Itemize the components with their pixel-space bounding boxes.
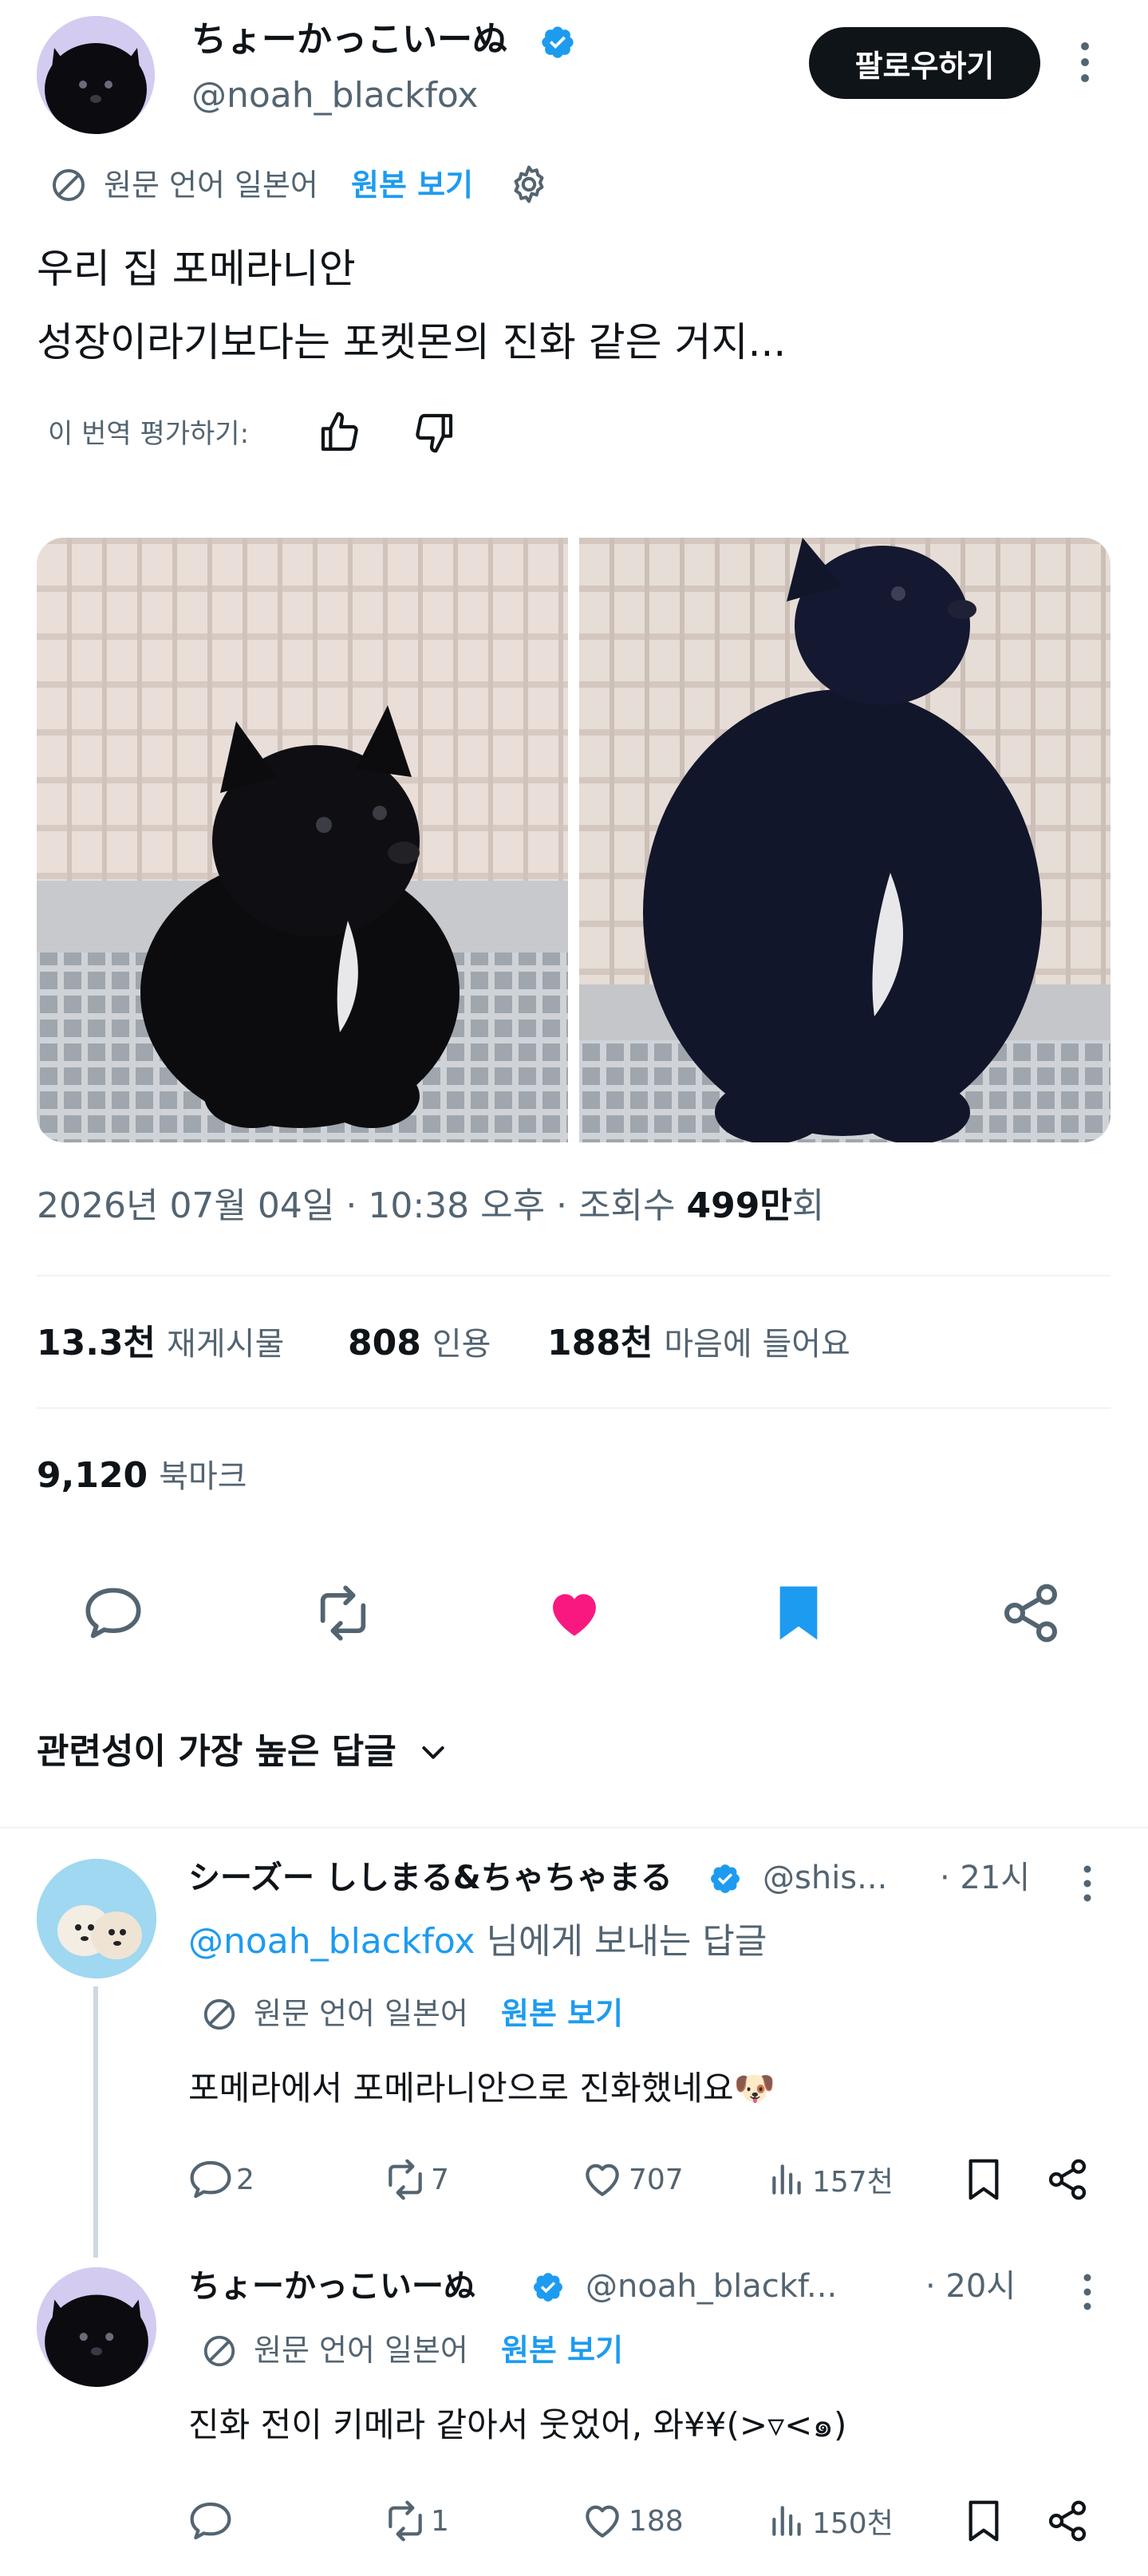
replying-to-suffix: 님에게 보내는 답글 xyxy=(475,1921,767,1962)
chevron-down-icon xyxy=(417,1736,449,1768)
thumbs-up-icon[interactable] xyxy=(318,410,362,455)
timestamp-text: 2026년 07월 04일 · 10:38 오후 · 조회수 xyxy=(37,1185,687,1226)
reply-views[interactable]: 157천 xyxy=(767,2157,894,2202)
heart-icon[interactable] xyxy=(542,1583,606,1643)
more-icon[interactable] xyxy=(1079,1862,1096,1905)
thumbs-down-icon[interactable] xyxy=(412,410,456,455)
reposts-count: 13.3천 xyxy=(37,1323,156,1363)
reply-avatar[interactable] xyxy=(37,1859,156,1978)
post-text-line-1: 우리 집 포메라니안 xyxy=(37,246,356,292)
reposts-stat[interactable]: 13.3천 재게시물 xyxy=(37,1320,284,1368)
reposts-label: 재게시물 xyxy=(167,1326,285,1363)
author-name[interactable]: ちょーかっこいーぬ xyxy=(191,18,507,62)
repost-icon xyxy=(381,2499,429,2543)
post-photo-2[interactable] xyxy=(579,538,1111,1142)
replying-to-handle[interactable]: @noah_blackfox xyxy=(188,1921,475,1962)
verified-badge-icon xyxy=(531,2270,565,2304)
reply-show-original-link[interactable]: 원본 보기 xyxy=(501,2329,623,2371)
heart-icon xyxy=(579,2157,625,2202)
reply-translation-source: 원문 언어 일본어 xyxy=(254,1996,468,2031)
reply-reply-button[interactable]: 2 xyxy=(188,2157,254,2202)
quotes-count: 808 xyxy=(348,1323,421,1363)
bookmarks-label: 북마크 xyxy=(159,1458,247,1495)
view-count-suffix: 회 xyxy=(791,1185,825,1226)
reply-text: 진화 전이 키메라 같아서 웃었어, 와¥¥(>▿<๑) xyxy=(188,2405,847,2444)
bookmark-icon[interactable] xyxy=(771,1581,826,1645)
reply-repost-count: 1 xyxy=(431,2504,449,2538)
more-icon[interactable] xyxy=(1079,2270,1096,2314)
reply-repost-button[interactable]: 1 xyxy=(381,2499,449,2543)
reply-author-name[interactable]: シーズー ししまる&ちゃちゃまる xyxy=(188,1856,673,1900)
reply-show-original-link[interactable]: 원본 보기 xyxy=(501,1993,623,2034)
reply-time: · 20시 xyxy=(925,2268,1016,2305)
reply-like-count: 707 xyxy=(629,2163,684,2196)
verified-badge-icon xyxy=(708,1862,742,1896)
post-photo-1[interactable] xyxy=(37,538,568,1142)
reply-translation-source: 원문 언어 일본어 xyxy=(254,2333,468,2368)
repost-icon[interactable] xyxy=(311,1583,375,1643)
bookmark-icon[interactable] xyxy=(964,2499,1004,2543)
post-text-line-2: 성장이라기보다는 포켓몬의 진화 같은 거지... xyxy=(37,319,787,365)
likes-stat[interactable]: 188천 마음에 들어요 xyxy=(547,1320,850,1368)
post-timestamp[interactable]: 2026년 07월 04일 · 10:38 오후 · 조회수 499만회 xyxy=(37,1182,824,1230)
reply-avatar[interactable] xyxy=(37,2267,156,2387)
reply-like-button[interactable]: 188 xyxy=(579,2499,684,2543)
views-icon xyxy=(767,2157,807,2202)
heart-icon xyxy=(579,2499,625,2543)
reply-icon xyxy=(188,2499,233,2543)
reply-sort-label: 관련성이 가장 높은 답글 xyxy=(37,1731,396,1772)
share-icon[interactable] xyxy=(1045,2499,1090,2543)
quotes-stat[interactable]: 808 인용 xyxy=(348,1320,491,1368)
reply-time: · 21시 xyxy=(940,1860,1031,1896)
author-avatar[interactable] xyxy=(37,16,155,134)
author-handle[interactable]: @noah_blackfox xyxy=(191,73,479,118)
reply-author-name[interactable]: ちょーかっこいーぬ xyxy=(188,2264,475,2309)
gear-icon[interactable] xyxy=(507,163,550,206)
reply-views[interactable]: 150천 xyxy=(767,2499,894,2543)
translate-icon xyxy=(201,1996,238,2033)
divider xyxy=(0,1827,1148,1828)
reply-repost-count: 7 xyxy=(431,2163,449,2196)
reply-view-count: 157천 xyxy=(812,2166,894,2199)
thread-line xyxy=(93,1986,98,2258)
translate-icon xyxy=(201,2333,238,2369)
reply-sort-selector[interactable]: 관련성이 가장 높은 답글 xyxy=(37,1728,449,1776)
follow-button[interactable]: 팔로우하기 xyxy=(809,27,1040,99)
reply-repost-button[interactable]: 7 xyxy=(381,2157,449,2202)
translation-source: 원문 언어 일본어 xyxy=(104,168,318,203)
reply-like-button[interactable]: 707 xyxy=(579,2157,684,2202)
verified-badge-icon xyxy=(539,24,576,61)
reply-author-handle[interactable]: @shis... xyxy=(763,1856,887,1900)
share-icon[interactable] xyxy=(1045,2157,1090,2202)
reply-text: 포메라에서 포메라니안으로 진화했네요🐶 xyxy=(188,2069,775,2108)
views-icon xyxy=(767,2499,807,2543)
rate-translation-label: 이 번역 평가하기: xyxy=(48,418,250,450)
repost-icon xyxy=(381,2157,429,2202)
bookmark-icon[interactable] xyxy=(964,2157,1004,2202)
bookmarks-stat[interactable]: 9,120 북마크 xyxy=(37,1452,247,1501)
reply-like-count: 188 xyxy=(629,2504,684,2538)
likes-count: 188천 xyxy=(547,1323,653,1363)
reply-icon[interactable] xyxy=(83,1583,144,1643)
more-icon[interactable] xyxy=(1075,38,1095,86)
reply-icon xyxy=(188,2157,233,2202)
likes-label: 마음에 들어요 xyxy=(664,1326,850,1363)
reply-view-count: 150천 xyxy=(812,2507,894,2540)
reply-reply-count: 2 xyxy=(236,2163,254,2196)
show-original-link[interactable]: 원본 보기 xyxy=(351,164,473,206)
reply-reply-button[interactable] xyxy=(188,2499,236,2543)
bookmarks-count: 9,120 xyxy=(37,1455,148,1496)
divider xyxy=(37,1275,1111,1276)
reply-author-handle[interactable]: @noah_blackf... xyxy=(586,2264,837,2309)
replying-to: @noah_blackfox 님에게 보내는 답글 xyxy=(188,1918,767,1966)
share-icon[interactable] xyxy=(999,1581,1063,1645)
divider xyxy=(37,1407,1111,1409)
quotes-label: 인용 xyxy=(432,1326,491,1363)
translate-icon xyxy=(49,166,88,204)
view-count: 499만 xyxy=(686,1185,792,1226)
